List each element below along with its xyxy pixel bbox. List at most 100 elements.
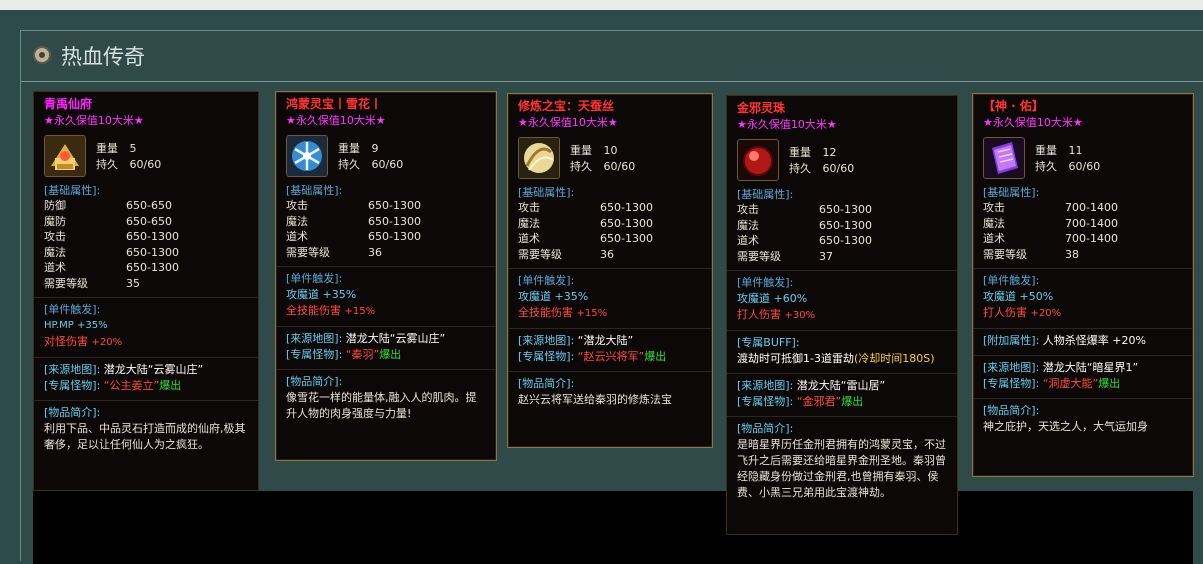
trigger-header: [单件触发]: — [737, 276, 794, 289]
attr-row: 道术 700-1400 — [983, 231, 1183, 247]
trigger-2-value: +15% — [576, 308, 608, 319]
item-name: 金邪灵珠 — [737, 101, 786, 115]
item-card-5[interactable]: 【神 · 佑】 ★永久保值10大米★ 重量 11 持久 60/60 [基础属性]… — [972, 93, 1194, 477]
drop-label: 爆出 — [379, 348, 402, 361]
intro-header: [物品简介]: — [737, 422, 794, 435]
attr-row: 魔防 650-650 — [44, 214, 248, 230]
durability-value: 60/60 — [603, 160, 636, 173]
monster-value: “秦羽” — [345, 348, 380, 361]
attr-row: 魔法 650-1300 — [44, 245, 248, 261]
trigger-1: 攻魔道 +50% — [983, 290, 1054, 303]
item-card-2[interactable]: 鸿蒙灵宝丨雪花丨 ★永久保值10大米★ 重量 9 持久 60/60 [基础属性]… — [275, 91, 497, 461]
item-name: 修炼之宝：天蚕丝 — [518, 99, 615, 113]
attr-value: 700-1400 — [1065, 216, 1118, 230]
item-name: 青禹仙府 — [44, 97, 93, 111]
drop-label: 爆出 — [841, 395, 864, 408]
attr-value: 36 — [368, 245, 382, 259]
weight-value: 9 — [371, 142, 379, 155]
trigger-2-label: 全技能伤害 — [286, 304, 341, 317]
attr-value: 650-1300 — [126, 261, 179, 274]
trigger-1: 攻魔道 +60% — [737, 292, 808, 305]
durability-label: 持久 — [96, 158, 118, 171]
attr-row: 魔法 650-1300 — [286, 214, 486, 230]
intro-header: [物品简介]: — [44, 406, 101, 419]
attr-row: 需要等级 35 — [44, 276, 248, 292]
attr-key: 魔防 — [44, 214, 66, 228]
item-card-3[interactable]: 修炼之宝：天蚕丝 ★永久保值10大米★ 重量 10 持久 60/60 [基础属性… — [507, 93, 713, 448]
source-map-label: [来源地图]: — [983, 361, 1040, 374]
attr-key: 魔法 — [518, 216, 540, 230]
attr-value: 650-1300 — [819, 218, 872, 232]
top-strip — [0, 0, 1203, 10]
trigger-2-label: 打人伤害 — [983, 306, 1027, 319]
durability-value: 60/60 — [371, 158, 404, 171]
attr-key: 需要等级 — [44, 276, 88, 290]
attr-key: 攻击 — [44, 230, 66, 243]
attr-value: 700-1400 — [1065, 232, 1118, 245]
attr-value: 650-1300 — [600, 232, 653, 245]
durability-label: 持久 — [1035, 160, 1057, 173]
item-name: 【神 · 佑】 — [983, 99, 1044, 113]
monster-value: “洞虚大能” — [1042, 377, 1099, 390]
item-perm-text: ★永久保值10大米★ — [737, 118, 837, 131]
attr-value: 650-1300 — [600, 201, 653, 214]
attr-row: 道术 650-1300 — [286, 229, 486, 245]
intro-text: 像雪花一样的能量体,融入人的肌肉。提升人物的肉身强度与力量! — [286, 391, 477, 420]
durability-value: 60/60 — [129, 158, 162, 171]
dark-background-area — [33, 491, 1193, 564]
weight-label: 重量 — [789, 146, 811, 159]
attr-key: 需要等级 — [286, 245, 330, 259]
monster-value: “公主姜立” — [103, 379, 160, 392]
red-orb-icon — [737, 139, 779, 181]
monster-value: “金邪君” — [796, 395, 842, 408]
attr-row: 攻击 650-1300 — [518, 200, 702, 216]
attr-key: 魔法 — [737, 218, 759, 232]
attr-key: 需要等级 — [983, 247, 1027, 261]
intro-header: [物品简介]: — [518, 377, 575, 390]
trigger-2-label: 对怪伤害 — [44, 335, 88, 348]
attr-key: 道术 — [44, 261, 66, 274]
item-card-1[interactable]: 青禹仙府 ★永久保值10大米★ 重量 5 持久 60/60 [基础属性]: 防御… — [33, 91, 259, 491]
attr-value: 650-1300 — [126, 245, 179, 259]
attr-value: 35 — [126, 276, 140, 290]
intro-text: 是暗星界历任金刑君拥有的鸿蒙灵宝，不过飞升之后需要还给暗星界金刑圣地。秦羽曾经隐… — [737, 438, 946, 499]
weight-value: 10 — [603, 144, 618, 157]
drop-label: 爆出 — [1098, 377, 1121, 390]
attr-key: 道术 — [983, 232, 1005, 245]
monster-label: [专属怪物]: — [44, 379, 101, 392]
snowflake-icon — [286, 135, 328, 177]
source-map-label: [来源地图]: — [44, 363, 101, 376]
attr-row: 攻击 650-1300 — [737, 202, 947, 218]
drop-label: 爆出 — [159, 379, 182, 392]
attr-row: 需要等级 36 — [286, 245, 486, 261]
item-panel: 热血传奇 青禹仙府 ★永久保值10大米★ 重量 5 持久 60/60 [基础属性… — [20, 30, 1203, 564]
durability-value: 60/60 — [822, 162, 855, 175]
trigger-1: 攻魔道 +35% — [518, 290, 589, 303]
trigger-2-value: +20% — [91, 337, 123, 348]
item-card-4[interactable]: 金邪灵珠 ★永久保值10大米★ 重量 12 持久 60/60 [基础属性]: 攻… — [726, 95, 958, 535]
monster-value: “赵云兴将军” — [577, 350, 645, 363]
monster-label: [专属怪物]: — [737, 395, 794, 408]
attr-key: 道术 — [737, 234, 759, 247]
source-map-value: 潜龙大陆“暗星界1” — [1042, 361, 1139, 374]
attr-key: 道术 — [518, 232, 540, 245]
attr-value: 650-650 — [126, 214, 172, 228]
attr-key: 道术 — [286, 230, 308, 243]
attr-value: 36 — [600, 247, 614, 261]
attr-row: 攻击 700-1400 — [983, 200, 1183, 216]
drop-label: 爆出 — [644, 350, 667, 363]
attr-key: 魔法 — [983, 216, 1005, 230]
game-logo-icon — [33, 46, 51, 64]
attr-value: 650-1300 — [368, 214, 421, 228]
attr-value: 650-1300 — [819, 203, 872, 216]
attr-value: 650-1300 — [600, 216, 653, 230]
weight-label: 重量 — [1035, 144, 1057, 157]
durability-label: 持久 — [789, 162, 811, 175]
attr-value: 38 — [1065, 247, 1079, 261]
weight-value: 12 — [822, 146, 837, 159]
trigger-2-value: +20% — [1030, 308, 1062, 319]
source-map-label: [来源地图]: — [286, 332, 343, 345]
palace-icon — [44, 135, 86, 177]
trigger-2-value: +15% — [344, 306, 376, 317]
extra-attr-value: 人物杀怪爆率 +20% — [1042, 334, 1146, 347]
